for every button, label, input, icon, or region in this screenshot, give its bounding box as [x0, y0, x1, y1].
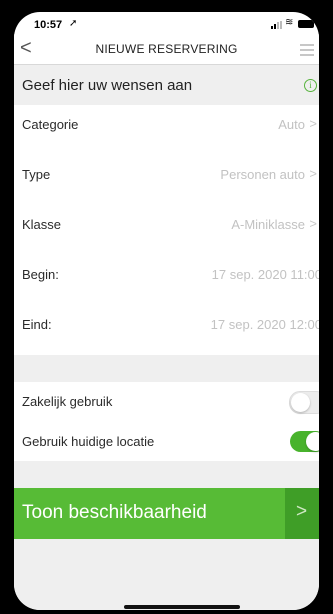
- end-row[interactable]: Eind: 17 sep. 2020 12:00: [14, 305, 319, 345]
- end-value: 17 sep. 2020 12:00: [210, 317, 319, 332]
- type-label: Type: [22, 167, 51, 182]
- class-row[interactable]: Klasse A-Miniklasse >: [14, 205, 319, 245]
- current-location-label: Gebruik huidige locatie: [22, 434, 155, 449]
- bottom-area: [14, 539, 319, 610]
- wifi-icon: ≋: [285, 17, 294, 28]
- category-label: Categorie: [22, 117, 79, 132]
- type-value: Personen auto: [220, 167, 305, 182]
- menu-icon[interactable]: [300, 44, 314, 56]
- type-row[interactable]: Type Personen auto >: [14, 155, 319, 195]
- info-icon[interactable]: i: [304, 79, 317, 92]
- show-availability-button[interactable]: Toon beschikbaarheid >: [14, 488, 319, 539]
- business-use-toggle[interactable]: [289, 391, 319, 414]
- category-value: Auto: [278, 117, 305, 132]
- page-title: NIEUWE RESERVERING: [95, 42, 238, 56]
- class-value: A-Miniklasse: [231, 217, 305, 232]
- location-arrow-icon: ➚: [69, 18, 78, 29]
- current-location-toggle[interactable]: [290, 431, 319, 452]
- chevron-right-icon: >: [296, 501, 308, 522]
- status-bar: 10:57 ➚ ≋: [14, 12, 319, 34]
- end-label: Eind:: [22, 317, 52, 332]
- section-divider: [14, 355, 319, 382]
- app-screen: 10:57 ➚ ≋ < NIEUWE RESERVERING Geef hier…: [14, 12, 319, 610]
- home-indicator[interactable]: [124, 605, 240, 609]
- class-label: Klasse: [22, 217, 62, 232]
- cta-arrow-box: >: [285, 488, 319, 539]
- navigation-bar: < NIEUWE RESERVERING: [14, 34, 319, 65]
- business-use-row: Zakelijk gebruik: [14, 382, 319, 422]
- battery-icon: [298, 20, 314, 28]
- begin-row[interactable]: Begin: 17 sep. 2020 11:00: [14, 255, 319, 295]
- cellular-signal-icon: [271, 21, 283, 29]
- begin-label: Begin:: [22, 267, 59, 282]
- phone-frame: 10:57 ➚ ≋ < NIEUWE RESERVERING Geef hier…: [0, 0, 333, 614]
- wishes-label: Geef hier uw wensen aan: [22, 77, 193, 94]
- status-time: 10:57: [34, 19, 63, 31]
- wishes-header: Geef hier uw wensen aan i: [14, 65, 319, 105]
- business-use-label: Zakelijk gebruik: [22, 394, 113, 409]
- show-availability-label: Toon beschikbaarheid: [22, 502, 207, 523]
- section-divider: [14, 461, 319, 488]
- chevron-right-icon: >: [309, 166, 317, 181]
- current-location-row: Gebruik huidige locatie: [14, 422, 319, 462]
- begin-value: 17 sep. 2020 11:00: [211, 267, 319, 282]
- category-row[interactable]: Categorie Auto >: [14, 105, 319, 145]
- chevron-right-icon: >: [309, 116, 317, 131]
- chevron-right-icon: >: [309, 216, 317, 231]
